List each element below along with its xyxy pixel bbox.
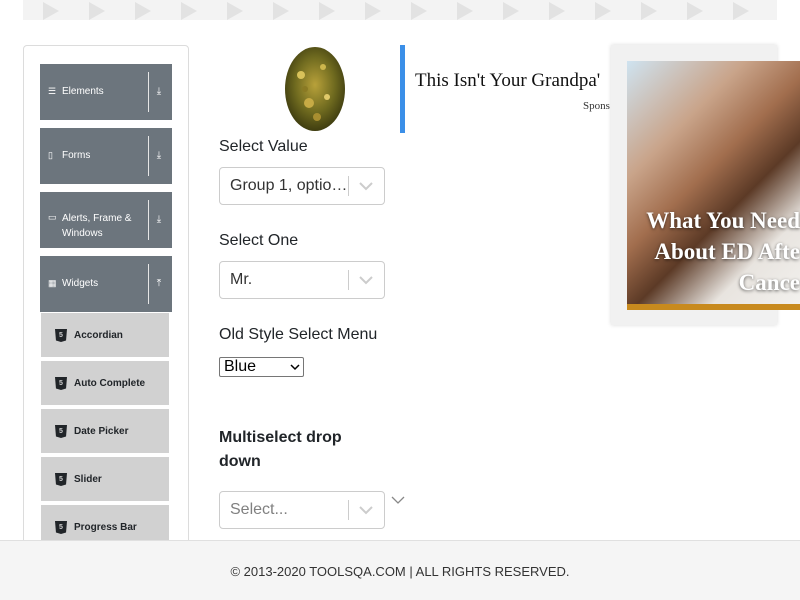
chevron-down-icon[interactable] [356,500,376,520]
menu-item-date-picker[interactable]: 5 Date Picker [41,409,169,455]
group-header-widgets[interactable]: ▦ Widgets ⤒ [40,256,172,312]
ad-headline-link[interactable]: This Isn't Your Grandpa' [415,70,600,92]
ad-product-image[interactable] [279,45,349,133]
menu-item-auto-complete[interactable]: 5 Auto Complete [41,361,169,407]
ad-headline-line: Cance [738,270,800,295]
group-header-elements[interactable]: ☰ Elements ⤓ [40,64,172,120]
ad-popup-headline[interactable]: What You Need About ED Afte Cance [627,205,800,298]
banner-pattern-shape [503,2,519,20]
multiselect-dropdown[interactable]: Select... [219,491,385,529]
old-style-select-label: Old Style Select Menu [219,326,378,343]
group-label: Alerts, Frame & Windows [62,213,132,239]
banner-pattern-shape [135,2,151,20]
top-ad-banner [23,0,777,20]
divider [148,72,149,112]
download-arrow-icon: ⤓ [156,150,162,161]
html5-icon: 5 [55,473,67,486]
chevron-down-icon[interactable] [391,494,405,506]
banner-pattern-shape [733,2,749,20]
banner-pattern-shape [273,2,289,20]
divider [348,270,349,290]
banner-pattern-shape [641,2,657,20]
html5-icon: 5 [55,377,67,390]
banner-pattern-shape [687,2,703,20]
group-label: Widgets [62,278,99,289]
banner-pattern-shape [89,2,105,20]
banner-pattern-shape [43,2,59,20]
sidebar: ☰ Elements ⤓ ▯ Forms ⤓ ▭ Alerts, Frame &… [23,45,189,565]
select-value-dropdown[interactable]: Group 1, option 1 [219,167,385,205]
divider [148,264,149,304]
divider [148,136,149,176]
download-arrow-icon: ⤓ [156,214,162,225]
chevron-down-icon[interactable] [356,270,376,290]
ad-sponsor-label: Spons [583,100,610,112]
group-header-alerts[interactable]: ▭ Alerts, Frame & Windows ⤓ [40,192,172,248]
ad-accent-bar [400,45,405,133]
group-label: Forms [62,150,91,161]
group-header-forms[interactable]: ▯ Forms ⤓ [40,128,172,184]
multiselect-label: Multiselect drop down [219,429,342,470]
banner-pattern-shape [365,2,381,20]
select-one-dropdown[interactable]: Mr. [219,261,385,299]
divider [148,200,149,240]
banner-pattern-shape [549,2,565,20]
select-value-label: Select Value [219,138,308,155]
chevron-down-icon[interactable] [356,176,376,196]
ad-gold-strip [627,304,800,310]
copyright-text: © 2013-2020 TOOLSQA.COM | ALL RIGHTS RES… [230,564,570,579]
window-icon: ▭ [48,212,57,222]
multiselect-placeholder: Select... [230,501,288,518]
group-label: Elements [62,86,104,97]
ad-headline-line: About ED Afte [654,239,800,264]
form-icon: ▯ [48,150,53,160]
banner-pattern-shape [457,2,473,20]
menu-item-label: Date Picker [74,426,129,437]
banner-pattern-shape [227,2,243,20]
html5-icon: 5 [55,425,67,438]
widgets-grid-icon: ▦ [48,278,57,288]
menu-item-label: Slider [74,474,102,485]
html5-icon: 5 [55,521,67,534]
old-style-select[interactable]: Blue [219,357,304,377]
banner-pattern-shape [595,2,611,20]
banner-pattern-shape [181,2,197,20]
old-select-value: Blue [224,358,257,375]
divider [348,176,349,196]
menu-item-label: Progress Bar [74,522,137,533]
select-one-label: Select One [219,232,299,249]
ad-headline-line: What You Need [646,208,800,233]
footer: © 2013-2020 TOOLSQA.COM | ALL RIGHTS RES… [0,540,800,600]
chevron-down-icon [290,364,300,371]
menu-item-label: Auto Complete [74,378,146,389]
banner-pattern-shape [411,2,427,20]
upload-arrow-icon: ⤒ [156,278,162,289]
select-one-current: Mr. [230,271,253,288]
divider [348,500,349,520]
menu-item-label: Accordian [74,330,123,341]
hamburger-icon: ☰ [48,86,57,96]
banner-pattern-shape [319,2,335,20]
download-arrow-icon: ⤓ [156,86,162,97]
menu-item-accordian[interactable]: 5 Accordian [41,313,169,359]
menu-item-slider[interactable]: 5 Slider [41,457,169,503]
select-value-current: Group 1, option 1 [230,177,350,194]
html5-icon: 5 [55,329,67,342]
